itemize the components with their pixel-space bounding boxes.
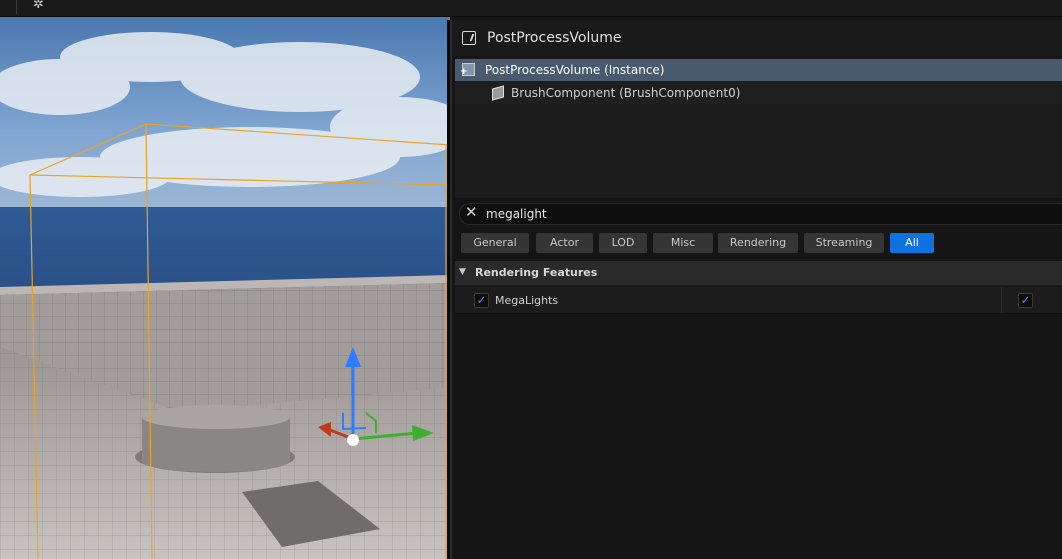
settings-star-icon[interactable]: ✲ [33,0,44,12]
toolbar-separator [16,0,17,14]
close-icon[interactable]: ✕ [465,203,478,221]
search-bar: ✕ [459,203,1062,225]
filter-general[interactable]: General [461,233,529,253]
column-divider[interactable] [1001,287,1002,313]
filter-actor[interactable]: Actor [536,233,593,253]
actor-instance-icon [460,63,475,77]
category-label: Rendering Features [475,266,598,279]
cylinder-bottom [142,450,290,472]
filter-misc[interactable]: Misc [653,233,713,253]
tree-item-label: BrushComponent (BrushComponent0) [511,86,741,100]
actor-name[interactable]: PostProcessVolume [487,30,621,46]
details-panel: PostProcessVolume PostProcessVolume (Ins… [450,20,1062,559]
details-header: PostProcessVolume [452,20,1062,56]
filter-lod[interactable]: LOD [599,233,647,253]
cylinder-top [142,405,290,429]
search-input[interactable] [486,206,1046,222]
megalights-override-checkbox[interactable]: ✓ [474,293,489,308]
property-row-megalights: ✓ MegaLights ✓ [455,287,1062,314]
property-label: MegaLights [495,294,559,307]
chevron-down-icon[interactable]: ▼ [459,267,466,277]
brush-component-icon [492,85,504,101]
component-tree: PostProcessVolume (Instance) BrushCompon… [455,58,1062,198]
top-toolbar: ✲ [0,0,1062,17]
actor-icon [462,31,476,45]
tree-item-label: PostProcessVolume (Instance) [485,63,665,77]
category-rendering-features[interactable]: ▼ Rendering Features [455,261,1062,286]
viewport-scene[interactable] [0,17,450,559]
level-viewport[interactable] [0,17,450,559]
filter-streaming[interactable]: Streaming [804,233,884,253]
tree-item-brush-component[interactable]: BrushComponent (BrushComponent0) [455,82,1062,104]
filter-all[interactable]: All [890,233,934,253]
tree-item-instance[interactable]: PostProcessVolume (Instance) [455,59,1062,81]
filter-rendering[interactable]: Rendering [718,233,798,253]
filter-tabs: General Actor LOD Misc Rendering Streami… [461,233,1061,254]
megalights-value-checkbox[interactable]: ✓ [1018,293,1033,308]
